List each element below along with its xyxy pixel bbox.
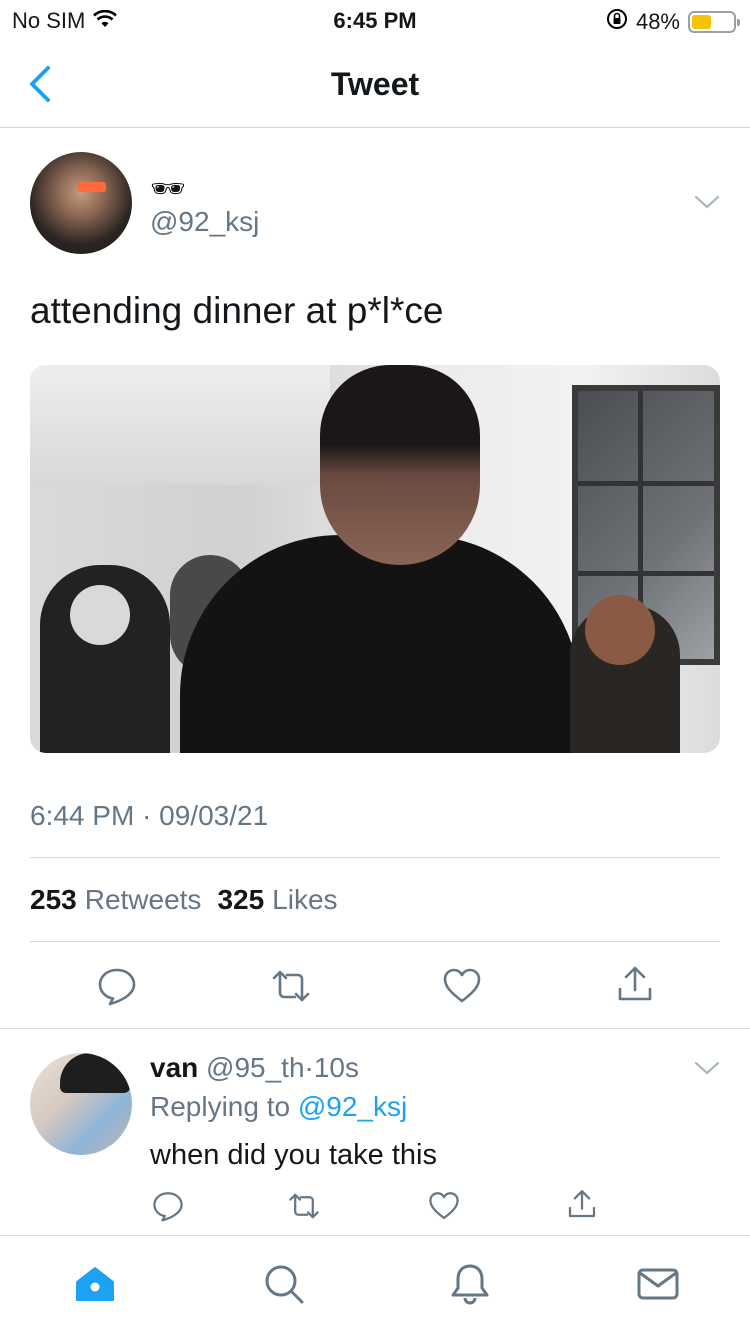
nav-bar: Tweet bbox=[0, 40, 750, 128]
orientation-lock-icon bbox=[606, 8, 628, 36]
tweet-media-image[interactable] bbox=[30, 365, 720, 753]
media-person-left bbox=[40, 565, 170, 753]
like-icon bbox=[443, 968, 481, 1003]
likes-count[interactable]: 325 bbox=[217, 884, 264, 916]
media-person-right bbox=[570, 595, 680, 753]
divider bbox=[30, 857, 720, 858]
divider bbox=[30, 941, 720, 942]
user-handle[interactable]: @92_ksj bbox=[150, 206, 259, 238]
battery-fill bbox=[692, 15, 712, 29]
media-subject-head bbox=[320, 365, 480, 565]
retweet-button[interactable] bbox=[271, 966, 311, 1006]
media-ceiling bbox=[30, 365, 330, 485]
tweet-text: attending dinner at p*l*ce bbox=[30, 290, 444, 331]
avatar[interactable] bbox=[30, 152, 132, 254]
tab-notifications[interactable] bbox=[448, 1262, 492, 1306]
reply-reply-button[interactable] bbox=[152, 1190, 184, 1222]
tab-messages[interactable] bbox=[636, 1262, 680, 1306]
retweets-label[interactable]: Retweets bbox=[85, 884, 202, 916]
status-right: 48% bbox=[606, 8, 740, 36]
tweet-timestamp: 6:44 PM · 09/03/21 bbox=[30, 800, 269, 831]
reply-avatar[interactable] bbox=[30, 1053, 132, 1155]
reply-like-button[interactable] bbox=[428, 1190, 460, 1222]
share-icon bbox=[568, 1190, 596, 1218]
notifications-icon bbox=[451, 1264, 489, 1305]
like-icon bbox=[429, 1192, 459, 1220]
reply-time: 10s bbox=[313, 1052, 360, 1083]
reply-share-button[interactable] bbox=[566, 1188, 598, 1220]
media-person-right-head bbox=[585, 595, 655, 665]
tweet-stats: 253 Retweets 325 Likes bbox=[30, 884, 346, 916]
retweet-icon bbox=[272, 970, 310, 1002]
reply-avatar-beanie bbox=[60, 1053, 130, 1093]
chevron-down-icon bbox=[694, 195, 720, 209]
replying-to: Replying to @92_ksj bbox=[150, 1091, 407, 1123]
reply-icon bbox=[98, 968, 136, 1006]
reply-separator: · bbox=[304, 1052, 314, 1083]
share-icon bbox=[618, 966, 652, 1001]
reply-text: when did you take this bbox=[150, 1139, 437, 1171]
reply-button[interactable] bbox=[97, 966, 137, 1006]
chevron-down-icon bbox=[694, 1061, 720, 1075]
replying-to-mention[interactable]: @92_ksj bbox=[298, 1091, 407, 1122]
tweet-options-button[interactable] bbox=[692, 192, 722, 212]
reply-handle[interactable]: @95_th bbox=[206, 1052, 305, 1083]
battery-icon bbox=[688, 11, 740, 33]
likes-label[interactable]: Likes bbox=[272, 884, 337, 916]
search-icon bbox=[265, 1265, 304, 1304]
retweet-icon bbox=[289, 1193, 319, 1219]
media-face-mask bbox=[70, 585, 130, 645]
reply-icon bbox=[153, 1192, 183, 1222]
messages-icon bbox=[637, 1268, 679, 1300]
reply-display-name[interactable]: van bbox=[150, 1052, 198, 1083]
tab-bar bbox=[0, 1235, 750, 1334]
reply-retweet-button[interactable] bbox=[288, 1190, 320, 1222]
like-button[interactable] bbox=[442, 966, 482, 1006]
share-button[interactable] bbox=[615, 964, 655, 1004]
page-title: Tweet bbox=[330, 66, 420, 102]
battery-percent: 48% bbox=[635, 9, 680, 34]
status-bar: No SIM 6:45 PM 48% bbox=[0, 0, 750, 40]
section-divider bbox=[0, 1028, 750, 1029]
reply-options-button[interactable] bbox=[692, 1058, 722, 1078]
display-name[interactable]: 🕶 bbox=[150, 172, 186, 205]
avatar-sunglasses bbox=[78, 182, 106, 192]
tab-home[interactable] bbox=[73, 1262, 117, 1306]
home-icon bbox=[76, 1267, 114, 1301]
reply-header: van @95_th·10s bbox=[150, 1052, 359, 1084]
replying-to-prefix: Replying to bbox=[150, 1091, 291, 1122]
tab-search[interactable] bbox=[262, 1262, 306, 1306]
retweets-count[interactable]: 253 bbox=[30, 884, 77, 916]
